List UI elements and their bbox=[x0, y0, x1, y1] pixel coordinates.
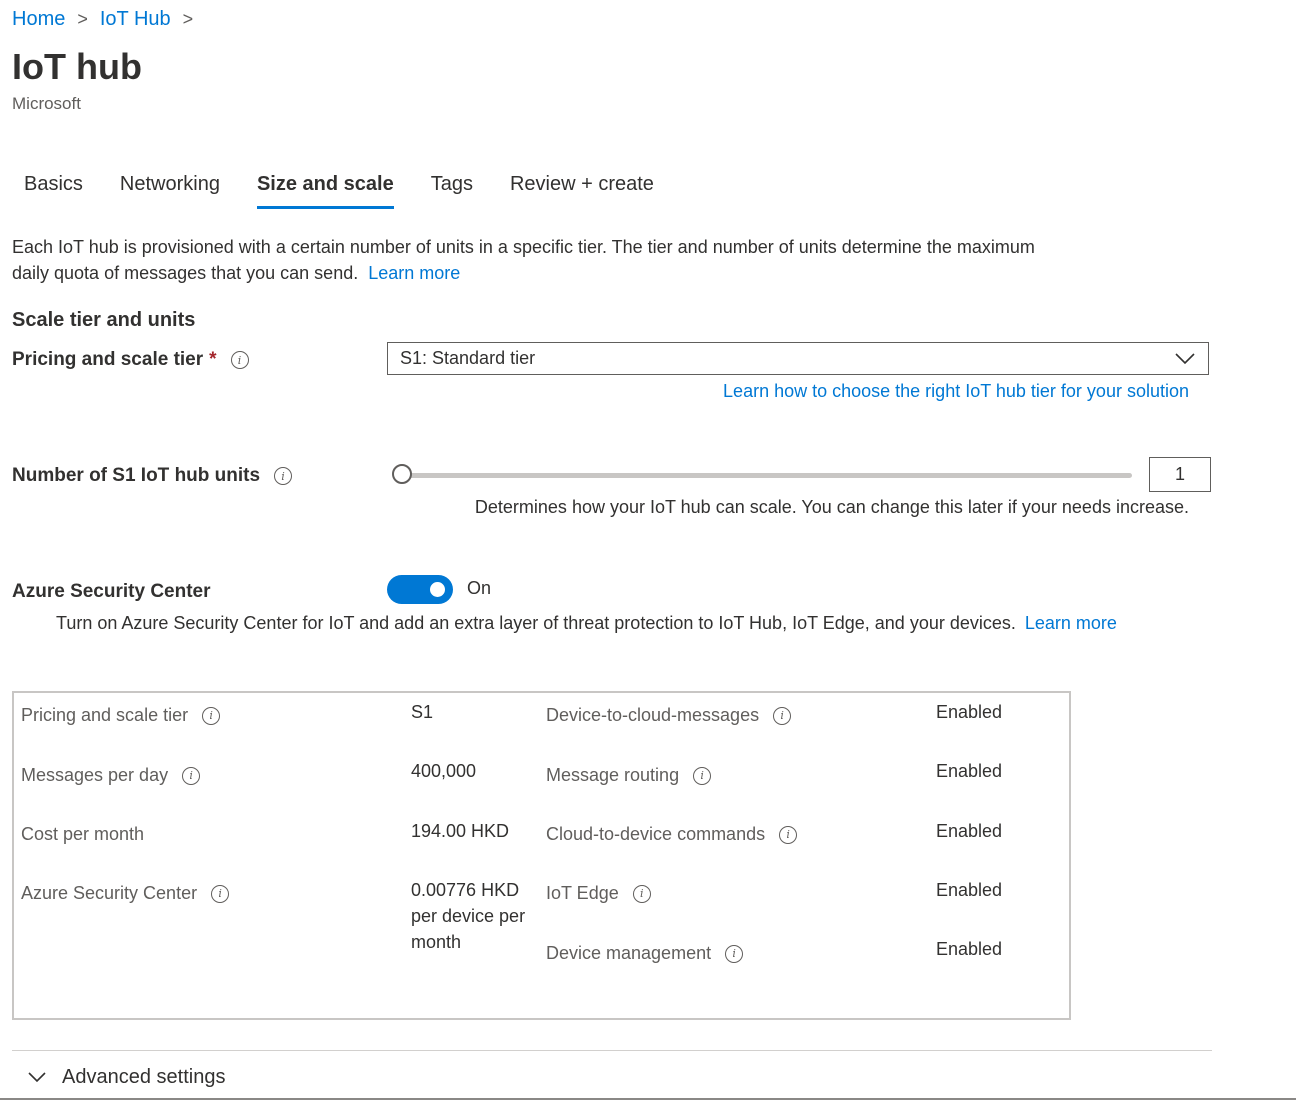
units-label: Number of S1 IoT hub units bbox=[12, 465, 261, 486]
divider bbox=[12, 1050, 1212, 1051]
summary-label: IoT Edge i bbox=[546, 883, 651, 904]
intro-learn-more-link[interactable]: Learn more bbox=[368, 263, 460, 283]
tab-bar: Basics Networking Size and scale Tags Re… bbox=[24, 173, 691, 209]
summary-label-text: Message routing bbox=[546, 765, 680, 785]
tab-basics[interactable]: Basics bbox=[24, 173, 83, 209]
breadcrumb-iot-hub-link[interactable]: IoT Hub bbox=[100, 8, 171, 31]
pricing-tier-label-row: Pricing and scale tier * i bbox=[12, 349, 249, 371]
summary-label-text: Messages per day bbox=[21, 765, 169, 785]
summary-label-text: Azure Security Center bbox=[21, 883, 198, 903]
breadcrumb-home-link[interactable]: Home bbox=[12, 8, 65, 31]
summary-label-text: Pricing and scale tier bbox=[21, 705, 189, 725]
page-title: IoT hub bbox=[12, 46, 142, 87]
summary-label: Cloud-to-device commands i bbox=[546, 824, 798, 845]
summary-value: Enabled bbox=[936, 821, 1003, 841]
units-slider-track[interactable] bbox=[404, 473, 1132, 478]
summary-value: 0.00776 HKD per device per month bbox=[411, 880, 526, 952]
info-icon[interactable]: i bbox=[779, 825, 798, 844]
toggle-knob bbox=[430, 582, 445, 597]
security-description: Turn on Azure Security Center for IoT an… bbox=[56, 613, 1016, 633]
pricing-tier-label: Pricing and scale tier bbox=[12, 349, 204, 370]
summary-label-text: Cloud-to-device commands bbox=[546, 824, 766, 844]
chevron-right-icon: > bbox=[182, 9, 194, 29]
summary-label-text: Device management bbox=[546, 943, 712, 963]
pricing-tier-dropdown[interactable]: S1: Standard tier bbox=[387, 342, 1209, 375]
tab-tags[interactable]: Tags bbox=[431, 173, 473, 209]
info-icon[interactable]: i bbox=[202, 706, 221, 725]
summary-label: Message routing i bbox=[546, 765, 712, 786]
page-subtitle: Microsoft bbox=[12, 94, 81, 113]
info-icon[interactable]: i bbox=[725, 944, 744, 963]
summary-label-text: Device-to-cloud-messages bbox=[546, 705, 760, 725]
info-icon[interactable]: i bbox=[211, 884, 230, 903]
summary-panel: Pricing and scale tier i S1 Messages per… bbox=[12, 691, 1071, 1020]
summary-label: Device-to-cloud-messages i bbox=[546, 705, 792, 726]
summary-value: S1 bbox=[411, 702, 434, 722]
required-marker: * bbox=[209, 349, 217, 370]
tab-networking[interactable]: Networking bbox=[120, 173, 220, 209]
summary-label: Device management i bbox=[546, 943, 744, 964]
summary-value: 400,000 bbox=[411, 761, 477, 781]
units-input[interactable]: 1 bbox=[1149, 457, 1211, 492]
summary-label: Cost per month bbox=[21, 824, 145, 844]
tab-review-create[interactable]: Review + create bbox=[510, 173, 654, 209]
info-icon[interactable]: i bbox=[773, 706, 792, 725]
security-label: Azure Security Center bbox=[12, 581, 211, 602]
chevron-down-icon bbox=[28, 1072, 46, 1083]
info-icon[interactable]: i bbox=[274, 467, 293, 485]
summary-label: Messages per day i bbox=[21, 765, 201, 786]
summary-label: Azure Security Center i bbox=[21, 883, 230, 904]
security-description-row: Turn on Azure Security Center for IoT an… bbox=[56, 613, 1117, 634]
intro-text: Each IoT hub is provisioned with a certa… bbox=[12, 237, 1035, 283]
chevron-down-icon bbox=[1170, 344, 1200, 374]
units-label-row: Number of S1 IoT hub units i bbox=[12, 465, 293, 487]
scale-section-heading: Scale tier and units bbox=[12, 309, 196, 331]
summary-value: Enabled bbox=[936, 702, 1003, 722]
info-icon[interactable]: i bbox=[182, 766, 201, 785]
security-learn-more-link[interactable]: Learn more bbox=[1025, 613, 1117, 633]
security-toggle[interactable] bbox=[387, 575, 453, 604]
units-help-text: Determines how your IoT hub can scale. Y… bbox=[474, 497, 1189, 517]
bottom-border bbox=[0, 1098, 1296, 1100]
summary-label-text: IoT Edge bbox=[546, 883, 619, 903]
summary-label: Pricing and scale tier i bbox=[21, 705, 221, 726]
summary-value: Enabled bbox=[936, 880, 1003, 900]
summary-value: 194.00 HKD bbox=[411, 821, 510, 841]
chevron-right-icon: > bbox=[77, 9, 88, 29]
intro-description: Each IoT hub is provisioned with a certa… bbox=[12, 234, 1072, 286]
advanced-settings-label: Advanced settings bbox=[62, 1066, 226, 1088]
tier-help-link[interactable]: Learn how to choose the right IoT hub ti… bbox=[723, 381, 1189, 402]
advanced-settings-toggle[interactable]: Advanced settings bbox=[28, 1066, 225, 1089]
info-icon[interactable]: i bbox=[693, 766, 712, 785]
info-icon[interactable]: i bbox=[632, 884, 651, 903]
security-toggle-state: On bbox=[467, 578, 492, 598]
summary-value: Enabled bbox=[936, 939, 1003, 959]
info-icon[interactable]: i bbox=[230, 351, 249, 369]
breadcrumb: Home > IoT Hub > bbox=[12, 8, 205, 31]
summary-value: Enabled bbox=[936, 761, 1003, 781]
tab-size-and-scale[interactable]: Size and scale bbox=[256, 173, 394, 209]
pricing-tier-selected-value: S1: Standard tier bbox=[400, 348, 536, 368]
units-slider-thumb[interactable] bbox=[392, 464, 412, 484]
